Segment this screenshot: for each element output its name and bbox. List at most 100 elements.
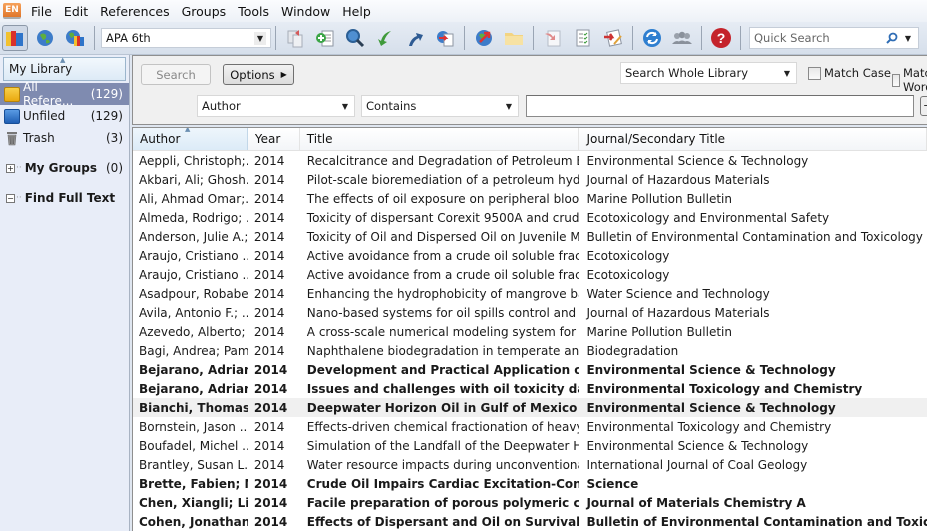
menu-references[interactable]: References — [94, 4, 175, 19]
cell-journal: Journal of Materials Chemistry A — [586, 495, 806, 510]
integrated-library-mode-button[interactable] — [62, 25, 88, 51]
section-label: My Groups — [24, 161, 97, 175]
sync-button[interactable] — [639, 25, 665, 51]
sort-caret-icon: ▲ — [60, 56, 66, 64]
chevron-down-icon: ▼ — [783, 68, 790, 78]
find-full-text-button[interactable] — [432, 25, 458, 51]
column-label: Title — [306, 132, 333, 146]
cell-journal: Environmental Science & Technology — [586, 153, 809, 168]
help-button[interactable]: ? — [708, 25, 734, 51]
checkbox-box[interactable] — [892, 73, 900, 87]
column-header-year[interactable]: Year — [248, 128, 300, 150]
trash-icon — [7, 132, 17, 146]
new-reference-button[interactable] — [312, 25, 338, 51]
tree-connector: ·· — [16, 193, 22, 203]
my-groups-section[interactable]: + ·· My Groups (0) — [0, 157, 129, 179]
table-row[interactable]: Bianchi, Thomas ... 2014 Deepwater Horizon… — [133, 398, 927, 417]
cell-author: Anderson, Julie A.;... — [139, 229, 248, 244]
online-search-mode-button[interactable] — [32, 25, 58, 51]
table-row[interactable]: Brette, Fabien; M... 2014 Crude Oil Impair… — [133, 474, 927, 493]
quick-search-input[interactable]: Quick Search ▼ — [749, 27, 919, 49]
search-button[interactable]: Search — [141, 64, 211, 85]
table-row[interactable]: Ali, Ahmad Omar;... 2014 The effects of oi… — [133, 189, 927, 208]
cell-journal: Bulletin of Environmental Contamination … — [586, 514, 927, 529]
table-row[interactable]: Azevedo, Alberto; ... 2014 A cross-scale n… — [133, 322, 927, 341]
table-row[interactable]: Bagi, Andrea; Pam... 2014 Naphthalene biod… — [133, 341, 927, 360]
share-library-button[interactable] — [669, 25, 695, 51]
table-row[interactable]: Brantley, Susan L.;... 2014 Water resource… — [133, 455, 927, 474]
insert-citation-button[interactable] — [540, 25, 566, 51]
search-operator-select[interactable]: Contains ▼ — [361, 95, 519, 117]
checkbox-box[interactable] — [808, 66, 821, 80]
cwyw-icon — [604, 29, 622, 47]
table-row[interactable]: Avila, Antonio F.; ... 2014 Nano-based sys… — [133, 303, 927, 322]
collapse-icon[interactable]: − — [6, 193, 15, 203]
folder-icon — [505, 33, 523, 45]
copy-formatted-button[interactable] — [282, 25, 308, 51]
help-icon: ? — [711, 28, 731, 48]
menu-window[interactable]: Window — [275, 4, 336, 19]
table-row[interactable]: Almeda, Rodrigo; ... 2014 Toxicity of disp… — [133, 208, 927, 227]
output-style-select[interactable]: APA 6th ▼ — [101, 28, 271, 48]
table-row[interactable]: Araujo, Cristiano ... 2014 Active avoidanc… — [133, 246, 927, 265]
table-row[interactable]: Bejarano, Adriana... 2014 Issues and chall… — [133, 379, 927, 398]
menu-tools[interactable]: Tools — [232, 4, 275, 19]
cell-journal: Marine Pollution Bulletin — [586, 324, 732, 339]
open-link-globe-icon — [476, 30, 492, 46]
cell-year: 2014 — [253, 457, 285, 472]
table-row[interactable]: Bejarano, Adriana... 2014 Development and … — [133, 360, 927, 379]
search-scope-select[interactable]: Search Whole Library ▼ — [620, 62, 797, 84]
table-row[interactable]: Boufadel, Michel ... 2014 Simulation of th… — [133, 436, 927, 455]
group-trash[interactable]: Trash (3) — [0, 127, 129, 149]
table-row[interactable]: Asadpour, Robabe... 2014 Enhancing the hyd… — [133, 284, 927, 303]
export-arrow-icon — [409, 33, 423, 46]
search-term-input[interactable] — [526, 95, 914, 117]
chevron-down-icon: ▼ — [505, 101, 512, 111]
open-file-button[interactable] — [501, 25, 527, 51]
my-library-header[interactable]: ▲ My Library — [3, 56, 126, 81]
cell-title: Effects of Dispersant and Oil on Surviva… — [306, 514, 580, 529]
cell-year: 2014 — [253, 324, 285, 339]
add-search-row-button[interactable]: + — [920, 96, 927, 116]
table-row[interactable]: Bornstein, Jason ... 2014 Effects-driven c… — [133, 417, 927, 436]
group-label: Trash — [23, 131, 55, 145]
local-library-mode-button[interactable] — [2, 25, 28, 51]
table-row[interactable]: Araujo, Cristiano ... 2014 Active avoidanc… — [133, 265, 927, 284]
format-bibliography-button[interactable] — [570, 25, 596, 51]
find-full-text-section[interactable]: − ·· Find Full Text — [0, 187, 129, 209]
open-link-button[interactable] — [471, 25, 497, 51]
group-count: (129) — [90, 109, 123, 123]
match-case-checkbox[interactable]: Match Case — [808, 66, 891, 80]
group-count: (129) — [90, 87, 123, 101]
column-header-journal[interactable]: Journal/Secondary Title — [579, 128, 927, 150]
online-search-button[interactable] — [342, 25, 368, 51]
tree-connector: ·· — [16, 163, 22, 173]
expand-icon[interactable]: + — [6, 163, 15, 173]
cell-year: 2014 — [253, 286, 285, 301]
group-unfiled[interactable]: Unfiled (129) — [0, 105, 129, 127]
column-header-title[interactable]: Title — [300, 128, 580, 150]
menu-edit[interactable]: Edit — [58, 4, 94, 19]
table-row[interactable]: Cohen, Jonathan ... 2014 Effects of Disper… — [133, 512, 927, 531]
table-row[interactable]: Chen, Xiangli; Liu,... 2014 Facile prepara… — [133, 493, 927, 512]
table-row[interactable]: Anderson, Julie A.;... 2014 Toxicity of Oi… — [133, 227, 927, 246]
table-row[interactable]: Akbari, Ali; Ghosh... 2014 Pilot-scale bio… — [133, 170, 927, 189]
match-words-checkbox[interactable]: Match Words — [892, 66, 927, 94]
toolbar-separator — [275, 26, 276, 50]
export-button[interactable] — [402, 25, 428, 51]
cite-while-you-write-button[interactable] — [600, 25, 626, 51]
search-field-select[interactable]: Author ▼ — [197, 95, 355, 117]
group-all-references[interactable]: All Refere... (129) — [0, 80, 129, 108]
cell-title: Active avoidance from a crude oil solubl… — [306, 248, 580, 263]
cell-author: Ali, Ahmad Omar;... — [139, 191, 248, 206]
chevron-down-icon[interactable]: ▼ — [902, 32, 914, 45]
table-row[interactable]: Aeppli, Christoph;... 2014 Recalcitrance a… — [133, 151, 927, 170]
import-button[interactable] — [372, 25, 398, 51]
options-button[interactable]: Options ▶ — [223, 64, 294, 85]
my-library-label: My Library — [9, 62, 73, 76]
menu-groups[interactable]: Groups — [176, 4, 233, 19]
menu-file[interactable]: File — [25, 4, 58, 19]
column-header-author[interactable]: ▲ Author — [133, 128, 248, 150]
search-icon[interactable] — [886, 32, 898, 44]
menu-help[interactable]: Help — [336, 4, 377, 19]
